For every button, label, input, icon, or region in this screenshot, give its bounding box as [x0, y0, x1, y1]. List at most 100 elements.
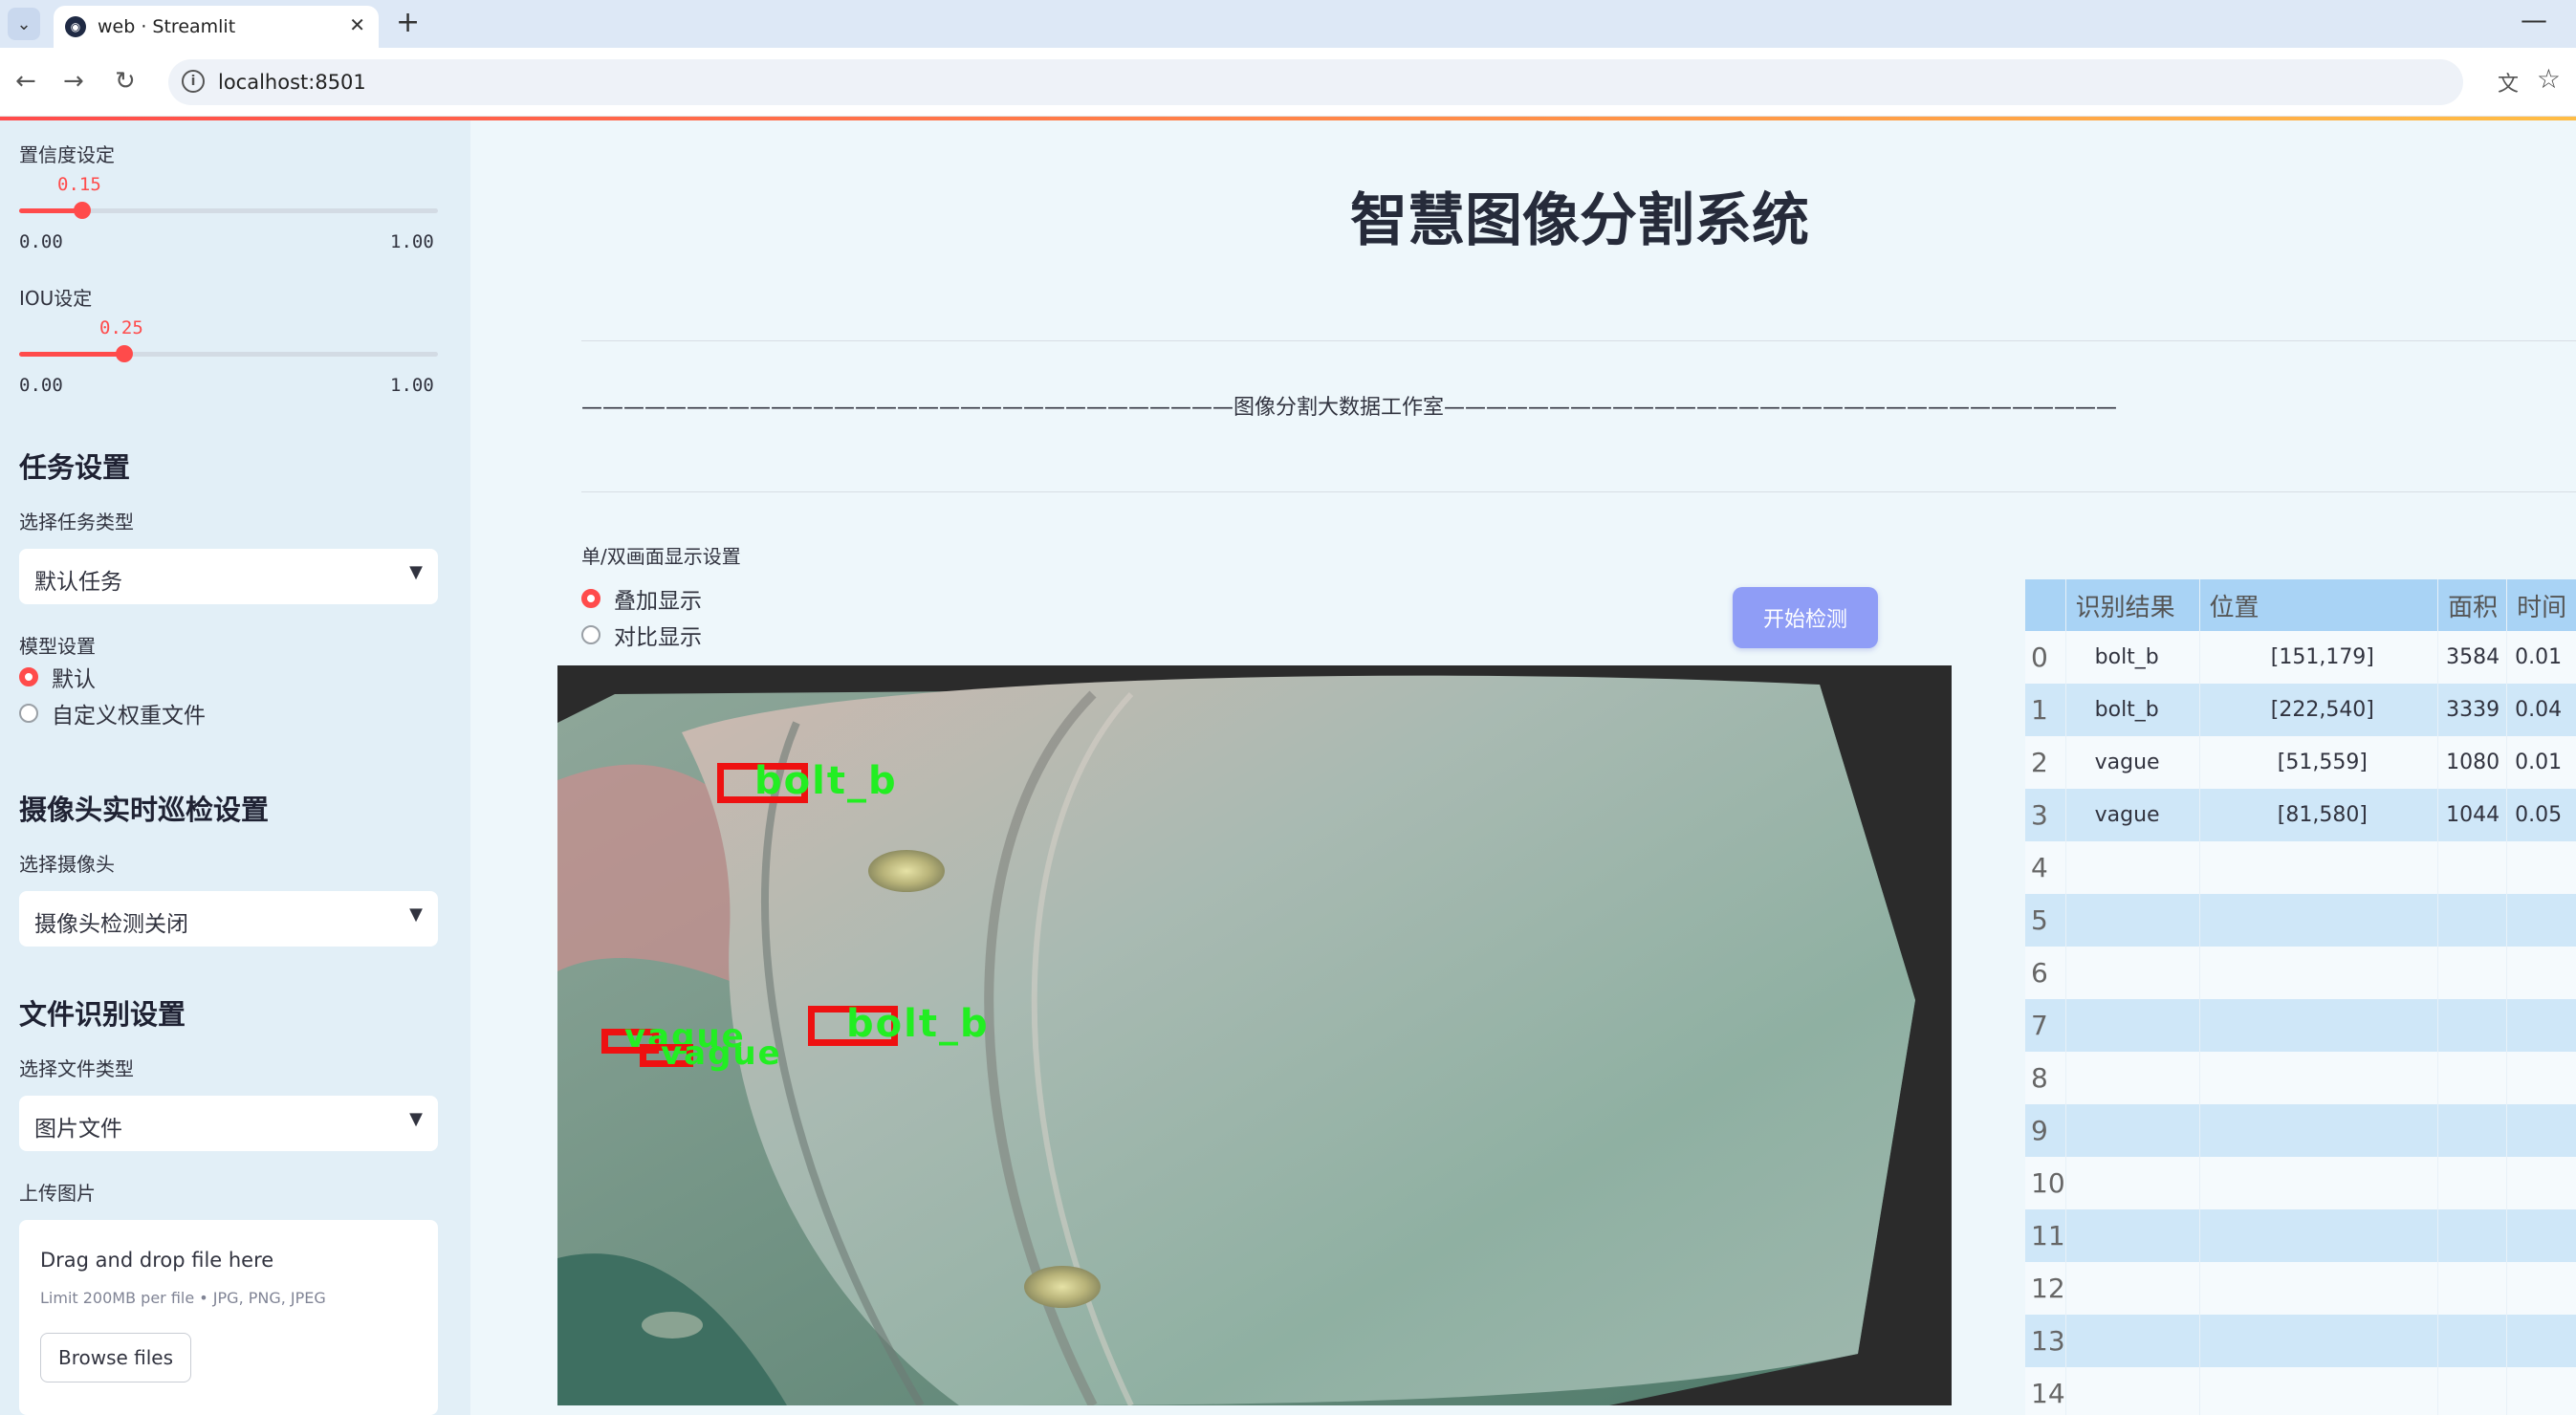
reload-icon[interactable]: ↻ [115, 67, 136, 96]
upload-label: 上传图片 [19, 1182, 96, 1205]
window-minimize-icon[interactable]: — [2521, 4, 2547, 35]
table-cell-position [2199, 1104, 2439, 1157]
table-cell-area: 1080 [2437, 736, 2508, 789]
confidence-value: 0.15 [57, 174, 101, 195]
streamlit-favicon-icon: ◉ [65, 16, 86, 37]
iou-slider-fill [19, 352, 124, 357]
confidence-slider-thumb[interactable] [73, 202, 91, 219]
iou-slider[interactable] [19, 345, 438, 362]
start-detection-button[interactable]: 开始检测 [1733, 587, 1878, 648]
model-option-default[interactable]: 默认 [19, 662, 96, 692]
table-cell-position [2199, 841, 2439, 894]
table-cell-area [2437, 1209, 2508, 1262]
table-cell-area [2437, 947, 2508, 999]
confidence-slider[interactable] [19, 202, 438, 219]
table-row[interactable]: 2 vague [51,559] 1080 0.01 [2025, 736, 2576, 789]
task-type-select[interactable]: 默认任务 ▼ [19, 549, 438, 604]
file-type-label: 选择文件类型 [19, 1057, 134, 1080]
site-info-icon[interactable]: i [182, 70, 205, 93]
radio-selected-icon [581, 589, 600, 608]
model-settings-label: 模型设置 [19, 635, 96, 658]
display-option-overlay[interactable]: 叠加显示 [581, 583, 702, 614]
iou-slider-thumb[interactable] [115, 345, 133, 362]
column-header-position[interactable]: 位置 [2199, 579, 2439, 631]
translate-icon[interactable]: 文 [2498, 67, 2519, 98]
back-arrow-icon[interactable]: ← [15, 67, 36, 96]
table-cell-area [2437, 1157, 2508, 1209]
table-cell-time [2506, 1052, 2576, 1104]
table-cell-result [2065, 1315, 2200, 1367]
detection-result-image: bolt_b bolt_b vague vague [557, 665, 1952, 1405]
table-row[interactable]: 9 [2025, 1104, 2576, 1157]
table-row[interactable]: 10 [2025, 1157, 2576, 1209]
table-cell-result: bolt_b [2065, 684, 2200, 736]
table-row[interactable]: 14 [2025, 1367, 2576, 1415]
main-content: 智慧图像分割系统 ———————————————————————————————… [470, 120, 2576, 1415]
task-type-value: 默认任务 [34, 570, 122, 595]
file-dropzone[interactable]: Drag and drop file here Limit 200MB per … [19, 1220, 438, 1415]
table-cell-time [2506, 1104, 2576, 1157]
table-row[interactable]: 5 [2025, 894, 2576, 947]
table-cell-index: 8 [2025, 1052, 2066, 1104]
browse-files-button[interactable]: Browse files [40, 1333, 191, 1382]
model-option-label: 自定义权重文件 [52, 704, 206, 729]
file-type-select[interactable]: 图片文件 ▼ [19, 1096, 438, 1151]
table-row[interactable]: 6 [2025, 947, 2576, 999]
table-row[interactable]: 0 bolt_b [151,179] 3584 0.01 [2025, 631, 2576, 684]
table-cell-area: 3584 [2437, 631, 2508, 684]
camera-select[interactable]: 摄像头检测关闭 ▼ [19, 891, 438, 947]
table-cell-position [2199, 947, 2439, 999]
table-row[interactable]: 8 [2025, 1052, 2576, 1104]
table-cell-index: 6 [2025, 947, 2066, 999]
camera-select-value: 摄像头检测关闭 [34, 912, 188, 937]
url-text[interactable]: localhost:8501 [218, 71, 366, 94]
table-cell-time [2506, 1262, 2576, 1315]
new-tab-plus-icon[interactable]: + [396, 6, 420, 39]
table-cell-time [2506, 841, 2576, 894]
table-row[interactable]: 11 [2025, 1209, 2576, 1262]
iou-max: 1.00 [390, 375, 434, 396]
table-cell-position [2199, 1315, 2439, 1367]
file-settings-heading: 文件识别设置 [19, 998, 186, 1031]
table-row[interactable]: 12 [2025, 1262, 2576, 1315]
table-cell-area [2437, 999, 2508, 1052]
table-cell-area: 1044 [2437, 789, 2508, 841]
table-cell-result [2065, 1104, 2200, 1157]
column-header-index[interactable] [2025, 579, 2066, 631]
display-option-compare[interactable]: 对比显示 [581, 620, 702, 650]
address-bar[interactable]: i localhost:8501 [168, 59, 2463, 105]
chevron-down-icon: ▼ [409, 562, 423, 582]
task-settings-heading: 任务设置 [19, 451, 131, 484]
detection-label: vague [661, 1034, 782, 1073]
table-row[interactable]: 4 [2025, 841, 2576, 894]
column-header-result[interactable]: 识别结果 [2065, 579, 2200, 631]
table-cell-position [2199, 1157, 2439, 1209]
results-table: 识别结果 位置 面积 时间 0 bolt_b [151,179] 3584 0.01 1 b… [2025, 579, 2576, 1415]
browser-tab[interactable]: ◉ web · Streamlit ✕ [54, 6, 379, 48]
sidebar: 置信度设定 0.15 0.00 1.00 IOU设定 0.25 0.00 1.0… [0, 120, 470, 1415]
tab-close-icon[interactable]: ✕ [349, 13, 365, 36]
table-cell-index: 4 [2025, 841, 2066, 894]
model-option-custom[interactable]: 自定义权重文件 [19, 698, 206, 729]
dropzone-title: Drag and drop file here [40, 1249, 274, 1272]
table-row[interactable]: 13 [2025, 1315, 2576, 1367]
table-cell-position: [151,179] [2199, 631, 2439, 684]
column-header-time[interactable]: 时间 [2506, 579, 2576, 631]
table-cell-result [2065, 1052, 2200, 1104]
table-cell-position: [222,540] [2199, 684, 2439, 736]
table-cell-position [2199, 1262, 2439, 1315]
table-cell-position [2199, 1367, 2439, 1415]
table-row[interactable]: 7 [2025, 999, 2576, 1052]
studio-divider-text: ———————————————————————————————图像分割大数据工作… [581, 396, 2118, 420]
iou-value: 0.25 [99, 317, 143, 338]
table-cell-index: 0 [2025, 631, 2066, 684]
table-row[interactable]: 1 bolt_b [222,540] 3339 0.04 [2025, 684, 2576, 736]
dropzone-hint: Limit 200MB per file • JPG, PNG, JPEG [40, 1289, 326, 1307]
column-header-area[interactable]: 面积 [2437, 579, 2508, 631]
forward-arrow-icon[interactable]: → [63, 67, 84, 96]
table-row[interactable]: 3 vague [81,580] 1044 0.05 [2025, 789, 2576, 841]
tab-search-chevron-icon[interactable]: ⌄ [8, 8, 40, 40]
bookmark-star-icon[interactable]: ☆ [2537, 63, 2561, 95]
table-cell-time [2506, 1209, 2576, 1262]
table-cell-result [2065, 999, 2200, 1052]
